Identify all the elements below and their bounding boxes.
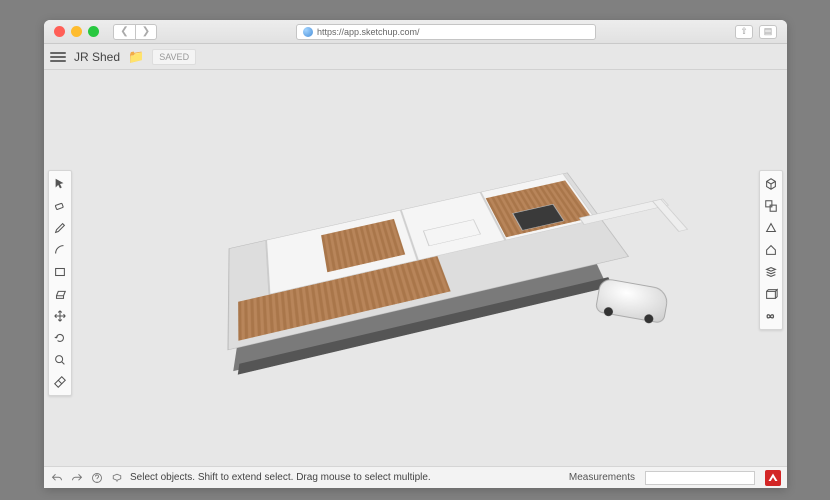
layers-tool[interactable] [760,283,782,305]
menu-button[interactable] [50,52,66,62]
styles-tool[interactable] [760,239,782,261]
tape-tool[interactable] [49,371,71,393]
orbit-tool[interactable] [760,173,782,195]
model-scene [186,91,645,420]
infinity-tool[interactable] [760,305,782,327]
measurements-label: Measurements [569,472,635,483]
components-tool[interactable] [760,261,782,283]
rectangle-tool[interactable] [49,261,71,283]
share-button[interactable]: ⇧ [735,25,753,39]
saved-badge: SAVED [152,49,196,65]
rotate-tool[interactable] [49,327,71,349]
document-title: JR Shed [74,50,120,64]
scale-tool[interactable] [49,349,71,371]
titlebar: ❮ ❯ https://app.sketchup.com/ ⇧ ▤ [44,20,787,44]
forward-button[interactable]: ❯ [135,24,157,40]
eraser-tool[interactable] [49,195,71,217]
pushpull-tool[interactable] [49,283,71,305]
close-window-button[interactable] [54,26,65,37]
redo-icon[interactable] [70,471,84,485]
measurements-input[interactable] [645,471,755,485]
fullscreen-window-button[interactable] [88,26,99,37]
back-button[interactable]: ❮ [113,24,135,40]
help-icon[interactable] [90,471,104,485]
browser-window: ❮ ❯ https://app.sketchup.com/ ⇧ ▤ JR She… [44,20,787,488]
status-hint: Select objects. Shift to extend select. … [130,472,563,483]
draw-toolbar [48,170,72,396]
select-tool[interactable] [49,173,71,195]
instructor-icon[interactable] [110,471,124,485]
views-tool[interactable] [760,217,782,239]
site-identity-icon [303,27,313,37]
address-bar[interactable]: https://app.sketchup.com/ [296,24,596,40]
sketchup-logo [765,470,781,486]
move-tool[interactable] [49,305,71,327]
app-header: JR Shed 📁 SAVED [44,44,787,70]
tabs-button[interactable]: ▤ [759,25,777,39]
3d-viewport[interactable] [44,70,787,466]
arc-tool[interactable] [49,239,71,261]
view-toolbar [759,170,783,330]
pan-tool[interactable] [760,195,782,217]
line-tool[interactable] [49,217,71,239]
folder-icon[interactable]: 📁 [128,49,144,65]
minimize-window-button[interactable] [71,26,82,37]
status-bar: Select objects. Shift to extend select. … [44,466,787,488]
url-text: https://app.sketchup.com/ [317,27,420,37]
undo-icon[interactable] [50,471,64,485]
